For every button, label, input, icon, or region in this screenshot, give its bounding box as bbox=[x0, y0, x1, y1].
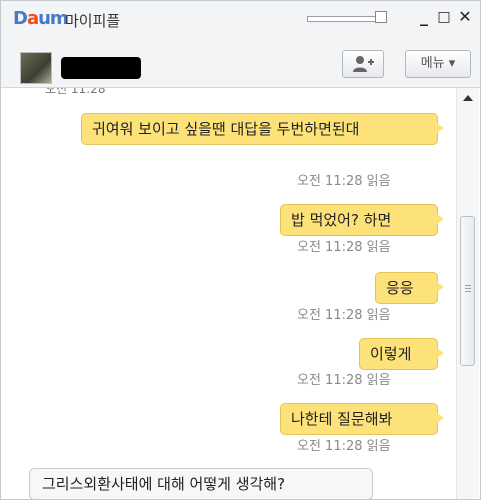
add-friend-button[interactable] bbox=[342, 50, 384, 78]
incoming-message-bubble: 그리스외환사태에 대해 어떻게 생각해? bbox=[29, 468, 373, 499]
redacted-contact-name bbox=[61, 57, 141, 79]
avatar[interactable] bbox=[20, 52, 52, 84]
messenger-window: Daum 마이피플 _ □ ✕ 메뉴 ▾ 오전 11:28 귀여워 보이고 싶을… bbox=[0, 0, 481, 500]
message-meta: 오전 11:28 읽음 bbox=[297, 439, 391, 454]
daum-logo: Daum bbox=[13, 8, 69, 29]
close-button[interactable]: ✕ bbox=[456, 7, 474, 27]
grip-line bbox=[465, 285, 471, 286]
message-meta: 오전 11:28 읽음 bbox=[297, 373, 391, 388]
message-meta: 오전 11:28 읽음 bbox=[297, 308, 391, 323]
message-meta: 오전 11:28 읽음 bbox=[297, 240, 391, 255]
app-title: 마이피플 bbox=[65, 12, 121, 30]
message-bubble: 귀여워 보이고 싶을땐 대답을 두번하면된대 bbox=[81, 113, 444, 145]
opacity-slider[interactable] bbox=[307, 16, 377, 22]
scroll-thumb[interactable] bbox=[460, 216, 475, 366]
message-bubble: 응응 bbox=[375, 272, 444, 304]
minimize-button[interactable]: _ bbox=[415, 7, 433, 27]
scroll-up-icon[interactable] bbox=[463, 95, 473, 101]
message-bubble: 이렇게 bbox=[359, 338, 444, 370]
chat-area[interactable]: 오전 11:28 귀여워 보이고 싶을땐 대답을 두번하면된대 오전 11:28… bbox=[1, 88, 480, 499]
scrollbar[interactable] bbox=[456, 88, 479, 499]
grip-line bbox=[465, 291, 471, 292]
maximize-button[interactable]: □ bbox=[435, 7, 453, 27]
user-plus-icon bbox=[353, 56, 374, 72]
profile-bar: 메뉴 ▾ bbox=[1, 35, 480, 88]
message-bubble: 밥 먹었어? 하면 bbox=[280, 204, 444, 236]
title-bar[interactable]: Daum 마이피플 _ □ ✕ bbox=[1, 1, 480, 35]
grip-line bbox=[465, 288, 471, 289]
partial-status-text: 오전 11:28 bbox=[45, 88, 106, 96]
message-meta: 오전 11:28 읽음 bbox=[297, 174, 391, 189]
opacity-slider-handle[interactable] bbox=[375, 11, 387, 23]
menu-button[interactable]: 메뉴 ▾ bbox=[405, 50, 471, 78]
message-bubble: 나한테 질문해봐 bbox=[280, 403, 444, 435]
